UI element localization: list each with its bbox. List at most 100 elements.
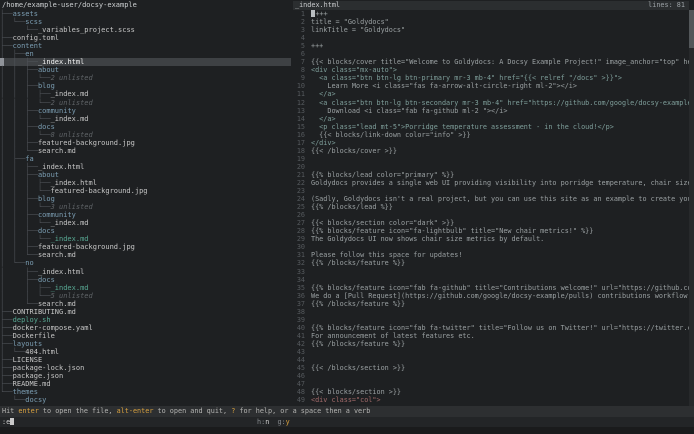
tree-row[interactable]: │ ├──docs (0, 276, 291, 284)
tree-row[interactable]: │ │ │ └──_index.md (0, 115, 291, 123)
code-line: 29The Goldydocs UI now shows chair size … (293, 235, 689, 243)
code-text: </a> (311, 115, 336, 123)
tree-file-label: 3 unlisted (51, 203, 93, 211)
tree-branch-lines: │ └── (0, 18, 25, 26)
gitignore-flag-value[interactable]: y (286, 418, 290, 426)
tree-row[interactable]: │ │ │ └──2 unlisted (0, 99, 291, 107)
code-text: {{% /blocks/feature %}} (311, 300, 405, 308)
hint-key: enter (18, 407, 38, 415)
tree-row[interactable]: │ └──search.md (0, 300, 291, 308)
command-input-line[interactable]: :e h:n g:y (0, 417, 694, 427)
tree-file-label: _index.html (38, 268, 84, 276)
tree-row[interactable]: │ │ ├──community (0, 107, 291, 115)
tree-row[interactable]: │ │ │ └──featured-background.jpg (0, 187, 291, 195)
code-line: 19 (293, 155, 689, 163)
tree-branch-lines: ├── (0, 10, 13, 18)
code-text: <p class="lead mt-5">Porridge temperatur… (311, 123, 614, 131)
code-line: 5+++ (293, 42, 689, 50)
tree-row[interactable]: ├──package.json (0, 372, 291, 380)
tree-row[interactable]: │ │ ├──blog (0, 195, 291, 203)
line-number: 49 (293, 396, 305, 404)
tree-row[interactable]: │ │ └──search.md (0, 147, 291, 155)
line-number: 40 (293, 324, 305, 332)
tree-row[interactable]: ├──layouts (0, 340, 291, 348)
tree-row[interactable]: ├──Dockerfile (0, 332, 291, 340)
line-number: 39 (293, 316, 305, 324)
tree-row[interactable]: ├──content (0, 42, 291, 50)
line-number: 14 (293, 115, 305, 123)
tree-row[interactable]: │ │ ├──docs (0, 123, 291, 131)
tree-row[interactable]: ├──README.md (0, 380, 291, 388)
tree-row[interactable]: │ │ ├──community (0, 211, 291, 219)
file-tree: ├──assets│ └──scss│ └──_variables_projec… (0, 10, 291, 404)
line-number: 10 (293, 82, 305, 90)
tree-row[interactable]: │ │ ├──about (0, 171, 291, 179)
tree-file-label: package-lock.json (13, 364, 85, 372)
code-line: 9 <a class="btn btn-lg btn-primary mr-3 … (293, 74, 689, 82)
line-number: 2 (293, 18, 305, 26)
scrollbar-thumb[interactable] (689, 10, 694, 48)
tree-row[interactable]: ├──config.toml (0, 34, 291, 42)
tree-branch-lines: │ │ │ └── (0, 187, 51, 195)
tree-row[interactable]: │ ├──_index.html (0, 268, 291, 276)
preview-scrollbar[interactable] (689, 10, 694, 406)
line-number: 22 (293, 179, 305, 187)
code-text: {{% /blocks/feature %}} (311, 259, 405, 267)
code-line: 11 </a> (293, 90, 689, 98)
code-text: {{% blocks/lead color="primary" %}} (311, 171, 454, 179)
tree-row[interactable]: └──docsy (0, 396, 291, 404)
tree-row[interactable]: │ │ ├──_index.md (0, 284, 291, 292)
tree-row[interactable]: │ └──_variables_project.scss (0, 26, 291, 34)
tree-row[interactable]: │ │ ├──featured-background.jpg (0, 139, 291, 147)
tree-row[interactable]: │ └──404.html (0, 348, 291, 356)
code-text: </a> (311, 90, 336, 98)
code-line: 39 (293, 316, 689, 324)
hidden-flag-value[interactable]: n (265, 418, 269, 426)
mode-flags: h:n g:y (257, 417, 290, 427)
tree-row[interactable]: ├──CONTRIBUTING.md (0, 308, 291, 316)
hint-text: Hit (2, 407, 18, 415)
line-number: 4 (293, 34, 305, 42)
tree-row[interactable]: │ │ │ ├──_index.html (0, 179, 291, 187)
line-number: 32 (293, 259, 305, 267)
tree-row[interactable]: │ │ │ └──8 unlisted (0, 131, 291, 139)
tree-row[interactable]: ├──assets (0, 10, 291, 18)
code-text: linkTitle = "Goldydocs" (311, 26, 405, 34)
code-text: The Goldydocs UI now shows chair size me… (311, 235, 544, 243)
tree-file-label: featured-background.jpg (51, 187, 148, 195)
line-number: 43 (293, 348, 305, 356)
text-cursor (10, 418, 14, 425)
tree-row[interactable]: ├──LICENSE (0, 356, 291, 364)
tree-row[interactable]: │ └──scss (0, 18, 291, 26)
tree-row[interactable]: │ │ └──search.md (0, 251, 291, 259)
command-input[interactable]: :e (2, 417, 14, 427)
tree-file-label: search.md (38, 300, 76, 308)
tree-folder-label: layouts (13, 340, 43, 348)
code-line: 37{{% /blocks/feature %}} (293, 300, 689, 308)
code-text: <a class="btn btn-lg btn-secondary mr-3 … (311, 99, 689, 107)
tree-row[interactable]: │ │ └──5 unlisted (0, 292, 291, 300)
code-text: {{< blocks/section color="dark" >}} (311, 219, 454, 227)
code-text: We do a [Pull Request](https://github.co… (311, 292, 689, 300)
tree-branch-lines: ├── (0, 316, 13, 324)
tree-row[interactable]: │ │ │ ├──_index.md (0, 90, 291, 98)
tree-row[interactable]: │ │ │ └──3 unlisted (0, 203, 291, 211)
tree-branch-lines: ├── (0, 34, 13, 42)
code-text: </div> (311, 139, 336, 147)
code-text: Please follow this space for updates! (311, 251, 462, 259)
code-text: {{% blocks/feature icon="fa-lightbulb" t… (311, 227, 593, 235)
code-text: +++ (311, 42, 323, 50)
tree-row[interactable]: ├──docker-compose.yaml (0, 324, 291, 332)
tree-branch-lines: ├── (0, 340, 13, 348)
tree-row[interactable]: ├──package-lock.json (0, 364, 291, 372)
code-line: 36We do a [Pull Request](https://github.… (293, 292, 689, 300)
tree-row[interactable]: │ │ ├──_index.html (0, 163, 291, 171)
tree-file-label: search.md (38, 147, 76, 155)
tree-folder-label: docs (38, 276, 55, 284)
code-line: 38 (293, 308, 689, 316)
tree-row[interactable]: │ └──no (0, 259, 291, 267)
tree-row[interactable]: │ ├──fa (0, 155, 291, 163)
broot-window: /home/example-user/docsy-example ├──asse… (0, 0, 694, 434)
tree-branch-lines: │ │ ├── (0, 195, 38, 203)
tree-row[interactable]: ├──deploy.sh (0, 316, 291, 324)
